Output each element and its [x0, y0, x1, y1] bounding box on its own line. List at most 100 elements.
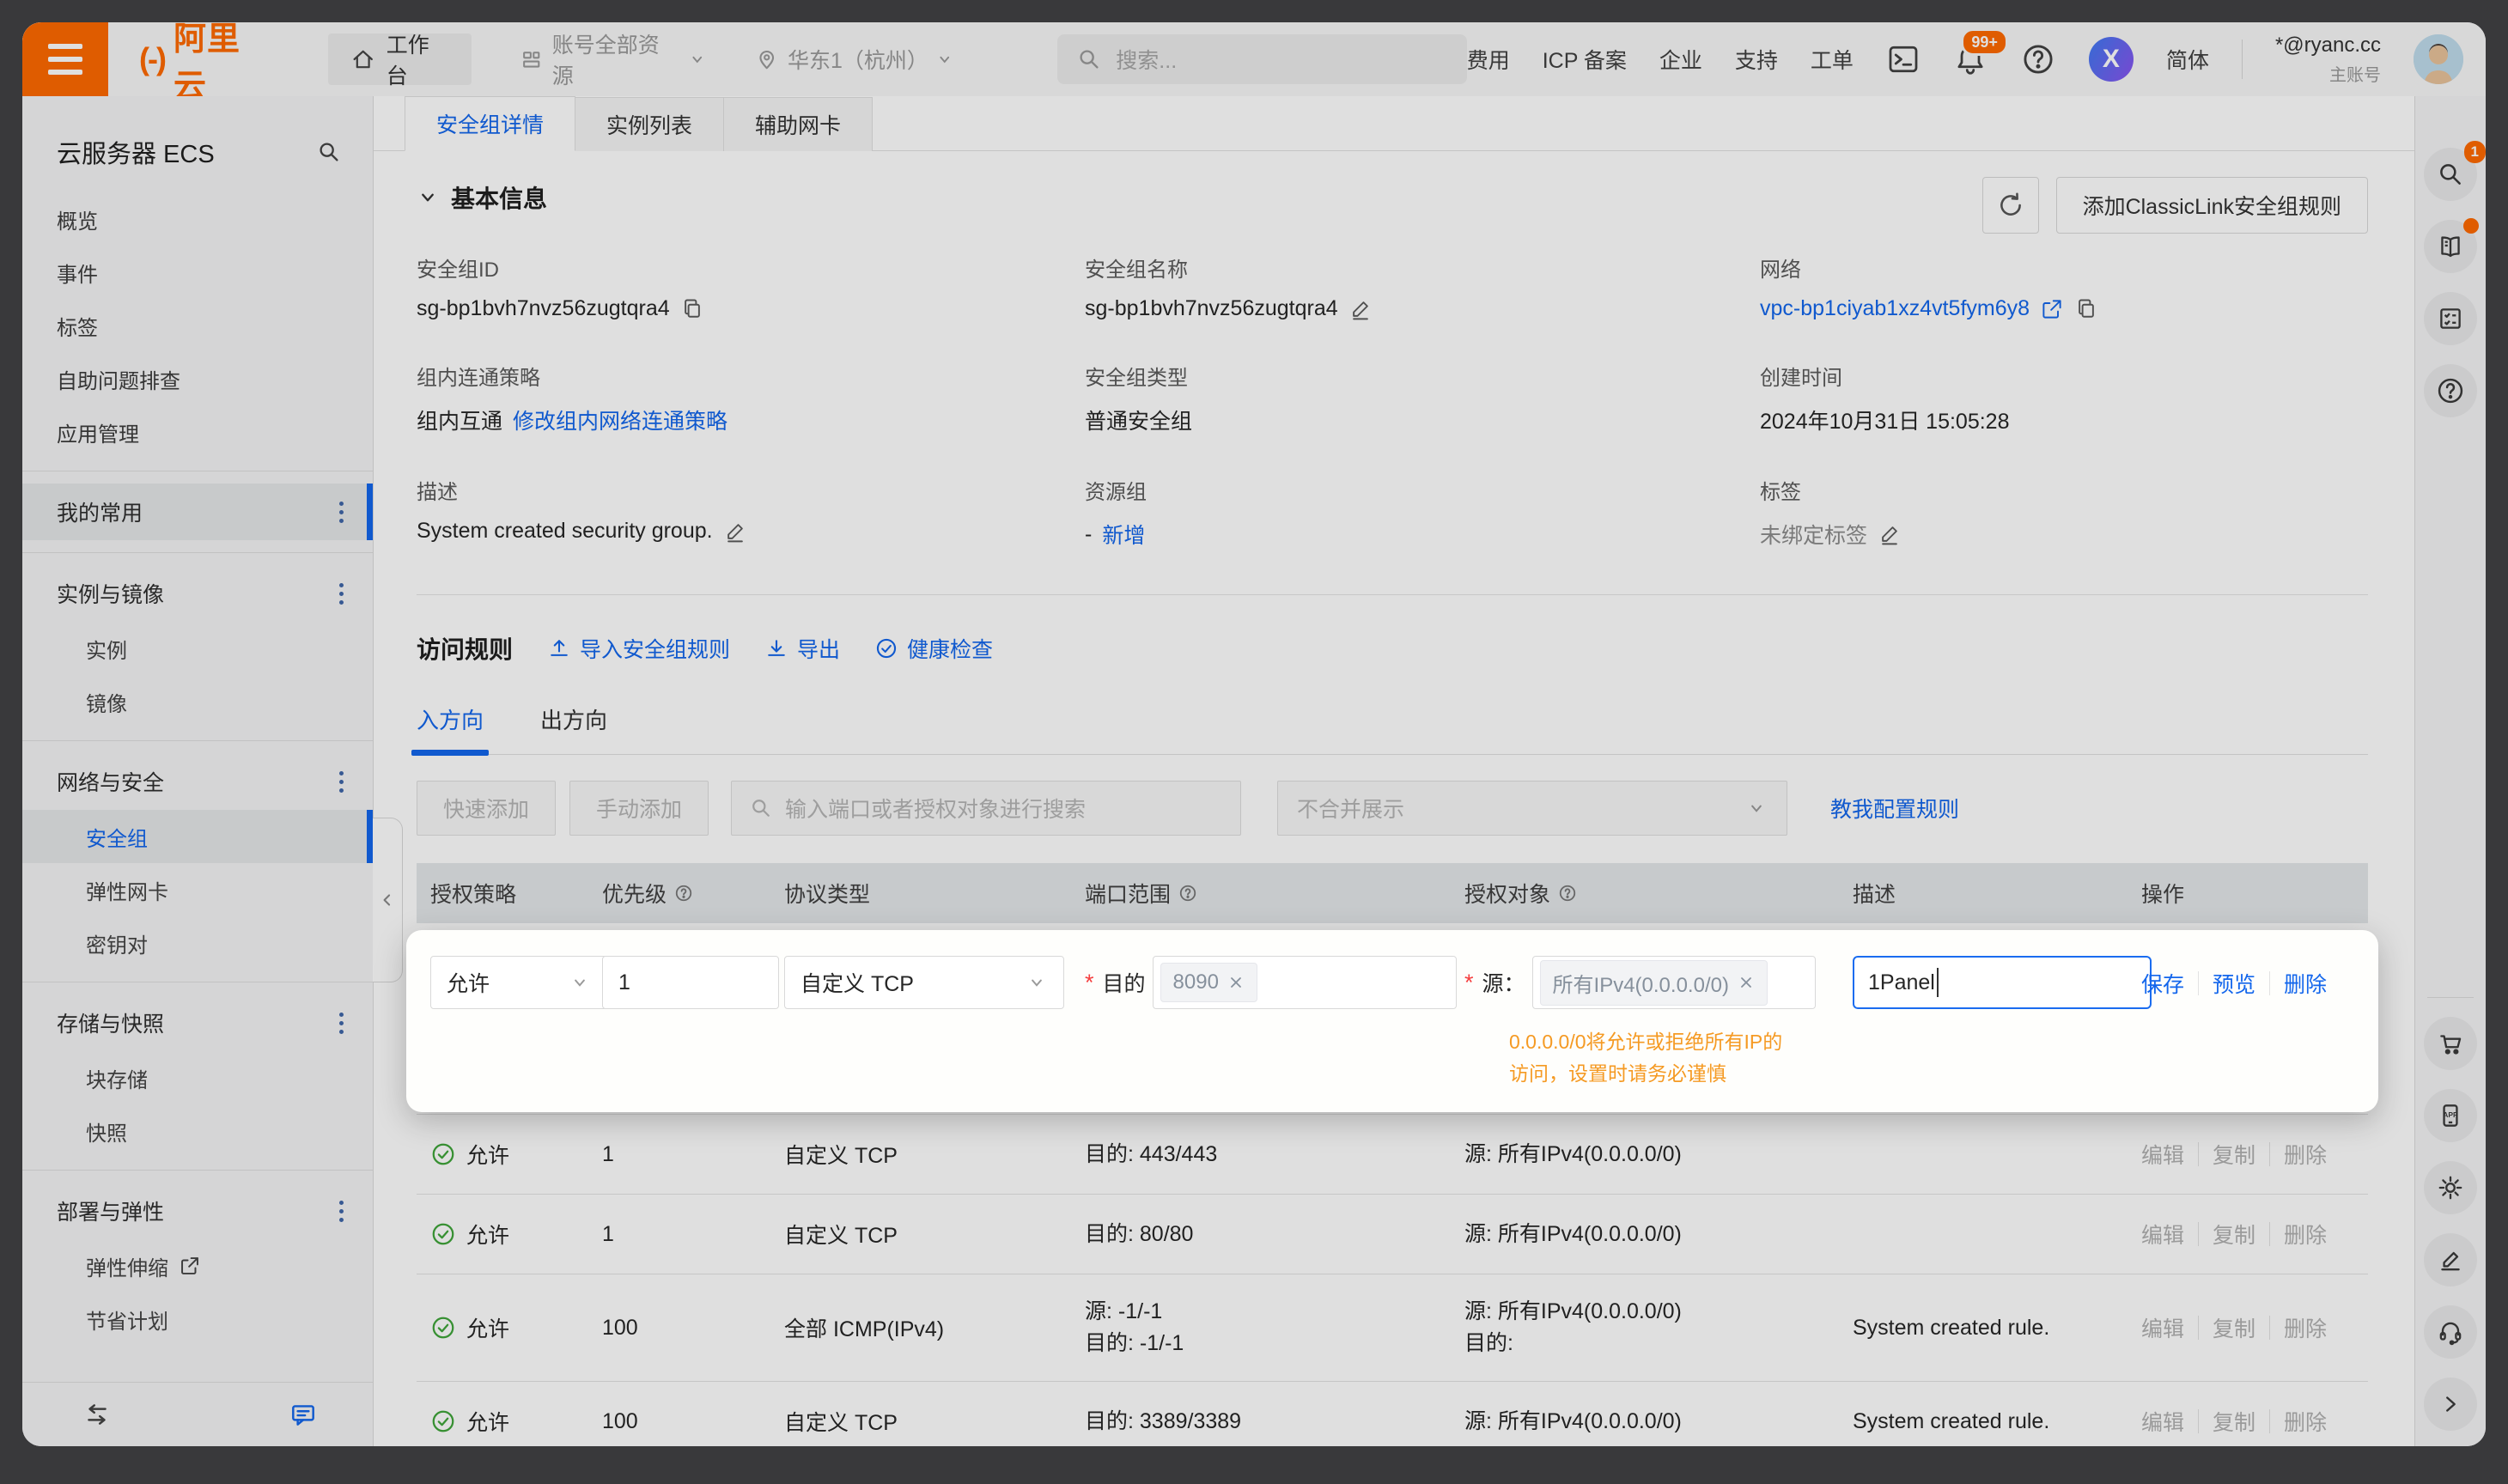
menu-icp[interactable]: ICP 备案 — [1543, 44, 1627, 75]
policy-select[interactable]: 允许 — [430, 956, 607, 1009]
sidebar-item-security-groups[interactable]: 安全组 — [22, 810, 373, 863]
edit-pencil-icon[interactable] — [1348, 297, 1373, 321]
protocol-select[interactable]: 自定义 TCP — [784, 956, 1064, 1009]
edit-link[interactable]: 编辑 — [2141, 1406, 2184, 1437]
tab-secondary-enis[interactable]: 辅助网卡 — [724, 97, 873, 151]
sidebar-item-troubleshoot[interactable]: 自助问题排查 — [22, 352, 373, 405]
sidebar-group-network-security[interactable]: 网络与安全 — [22, 753, 373, 810]
sidebar-item-auto-scaling[interactable]: 弹性伸缩 — [22, 1239, 373, 1292]
delete-link[interactable]: 删除 — [2284, 1312, 2327, 1343]
sidebar-item-snapshots[interactable]: 快照 — [22, 1104, 373, 1158]
kebab-menu-icon[interactable] — [339, 771, 344, 793]
sidebar-group-instances-images[interactable]: 实例与镜像 — [22, 565, 373, 622]
sidebar-item-images[interactable]: 镜像 — [22, 675, 373, 728]
clone-link[interactable]: 复制 — [2213, 1312, 2255, 1343]
edit-link[interactable]: 编辑 — [2141, 1139, 2184, 1170]
account-info[interactable]: *@ryanc.cc 主账号 — [2275, 33, 2381, 86]
delete-link[interactable]: 删除 — [2284, 1219, 2327, 1250]
menu-support[interactable]: 支持 — [1735, 44, 1778, 75]
quick-add-button[interactable]: 快速添加 — [417, 781, 556, 836]
health-check-link[interactable]: 健康检查 — [874, 633, 993, 664]
collapse-sidebar-icon[interactable] — [82, 1400, 112, 1429]
kebab-menu-icon[interactable] — [339, 1013, 344, 1034]
menu-tickets[interactable]: 工单 — [1811, 44, 1854, 75]
workbench-button[interactable]: 工作台 — [328, 33, 472, 85]
export-link[interactable]: 导出 — [764, 633, 840, 664]
sidebar-item-overview[interactable]: 概览 — [22, 192, 373, 246]
sidebar-group-deployment-elasticity[interactable]: 部署与弹性 — [22, 1183, 373, 1239]
hamburger-menu-icon[interactable] — [22, 22, 108, 96]
import-rules-link[interactable]: 导入安全组规则 — [547, 633, 730, 664]
edit-link[interactable]: 编辑 — [2141, 1219, 2184, 1250]
sidebar-item-enis[interactable]: 弹性网卡 — [22, 863, 373, 916]
edit-link[interactable]: 编辑 — [2141, 1312, 2184, 1343]
sidebar-group-favorites[interactable]: 我的常用 — [22, 484, 373, 540]
kebab-menu-icon[interactable] — [339, 1201, 344, 1222]
clone-link[interactable]: 复制 — [2213, 1139, 2255, 1170]
rail-mobile-app-icon[interactable]: APP — [2424, 1089, 2477, 1142]
region-selector[interactable]: 华东1（杭州） — [755, 44, 954, 75]
avatar[interactable] — [2414, 34, 2463, 84]
remove-tag-icon[interactable] — [1738, 974, 1755, 991]
tab-outbound[interactable]: 出方向 — [540, 703, 607, 754]
clone-link[interactable]: 复制 — [2213, 1406, 2255, 1437]
sidebar-item-block-storage[interactable]: 块存储 — [22, 1051, 373, 1104]
rail-cart-icon[interactable] — [2424, 1017, 2477, 1070]
add-classiclink-rule-button[interactable]: 添加ClassicLink安全组规则 — [2056, 177, 2368, 234]
description-input[interactable]: 1Panel — [1853, 956, 2152, 1009]
delete-link[interactable]: 删除 — [2284, 1139, 2327, 1170]
tab-instance-list[interactable]: 实例列表 — [575, 97, 724, 151]
teach-me-rules-link[interactable]: 教我配置规则 — [1830, 793, 1959, 824]
rail-feedback-pencil-icon[interactable] — [2424, 1233, 2477, 1286]
x-app-icon[interactable]: X — [2089, 37, 2134, 82]
info-circle-icon[interactable] — [673, 883, 694, 903]
tab-security-group-details[interactable]: 安全组详情 — [405, 96, 575, 151]
sidebar-item-events[interactable]: 事件 — [22, 246, 373, 299]
rail-collapse-icon[interactable] — [2424, 1378, 2477, 1431]
tab-inbound[interactable]: 入方向 — [417, 703, 484, 754]
rail-help-icon[interactable] — [2424, 364, 2477, 417]
save-link[interactable]: 保存 — [2141, 968, 2184, 999]
merge-display-select[interactable]: 不合并展示 — [1277, 781, 1787, 836]
sidebar-item-key-pairs[interactable]: 密钥对 — [22, 916, 373, 970]
rail-search-icon[interactable]: 1 — [2424, 148, 2477, 201]
vpc-link[interactable]: vpc-bp1ciyab1xz4vt5fym6y8 — [1760, 296, 2030, 321]
edit-pencil-icon[interactable] — [723, 520, 747, 544]
rail-checklist-icon[interactable] — [2424, 292, 2477, 345]
feedback-chat-icon[interactable] — [289, 1400, 318, 1429]
cloudshell-icon[interactable] — [1886, 42, 1921, 76]
modify-policy-link[interactable]: 修改组内网络连通策略 — [513, 404, 727, 435]
delete-link[interactable]: 删除 — [2284, 968, 2327, 999]
info-circle-icon[interactable] — [1178, 883, 1198, 903]
sidebar-search-icon[interactable] — [316, 139, 342, 165]
copy-icon[interactable] — [680, 297, 704, 321]
add-resource-group-link[interactable]: 新增 — [1102, 519, 1145, 550]
help-icon[interactable] — [2020, 41, 2056, 77]
preview-link[interactable]: 预览 — [2213, 968, 2255, 999]
account-resources-selector[interactable]: 账号全部资源 — [520, 28, 707, 90]
sidebar-item-app-management[interactable]: 应用管理 — [22, 405, 373, 459]
rail-settings-gear-icon[interactable] — [2424, 1161, 2477, 1214]
port-input[interactable]: 8090 — [1153, 956, 1457, 1009]
kebab-menu-icon[interactable] — [339, 502, 344, 523]
remove-tag-icon[interactable] — [1227, 974, 1245, 991]
panel-collapse-handle[interactable] — [373, 818, 403, 982]
clone-link[interactable]: 复制 — [2213, 1219, 2255, 1250]
rules-search-input[interactable]: 输入端口或者授权对象进行搜索 — [731, 781, 1241, 836]
info-circle-icon[interactable] — [1557, 883, 1578, 903]
rail-docs-icon[interactable] — [2424, 220, 2477, 273]
sidebar-item-savings-plans[interactable]: 节省计划 — [22, 1292, 373, 1346]
source-input[interactable]: 所有IPv4(0.0.0.0/0) — [1532, 956, 1816, 1009]
refresh-button[interactable] — [1982, 177, 2039, 234]
rail-support-headset-icon[interactable] — [2424, 1305, 2477, 1359]
edit-pencil-icon[interactable] — [1878, 522, 1902, 546]
priority-input[interactable]: 1 — [602, 956, 779, 1009]
kebab-menu-icon[interactable] — [339, 583, 344, 605]
external-link-icon[interactable] — [2040, 297, 2064, 321]
language-selector[interactable]: 简体 — [2166, 44, 2209, 75]
global-search-input[interactable]: 搜索... — [1057, 34, 1466, 84]
menu-billing[interactable]: 费用 — [1467, 44, 1510, 75]
sidebar-item-instances[interactable]: 实例 — [22, 622, 373, 675]
menu-enterprise[interactable]: 企业 — [1659, 44, 1702, 75]
sidebar-group-storage-snapshots[interactable]: 存储与快照 — [22, 994, 373, 1051]
